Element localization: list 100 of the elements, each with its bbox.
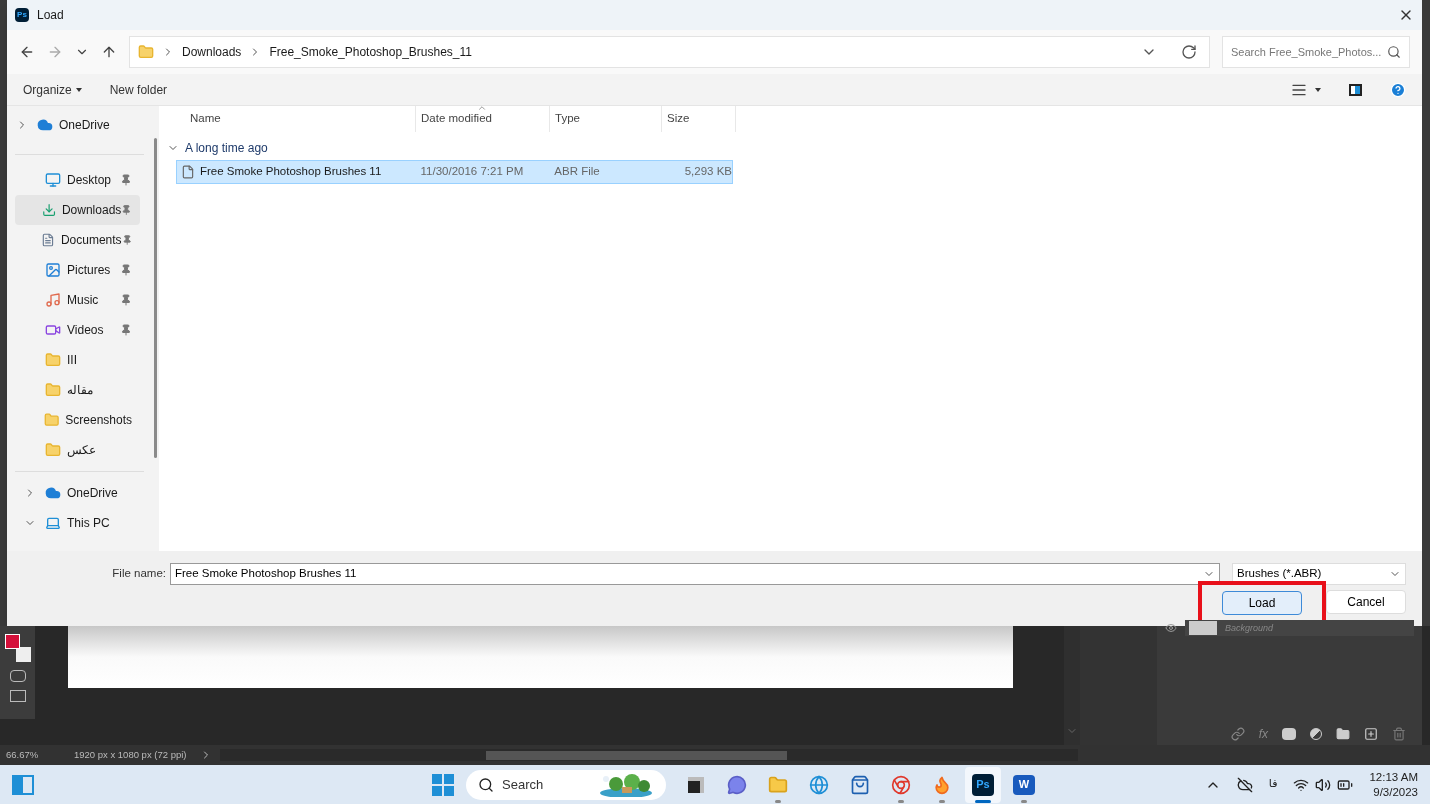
nav-item[interactable]: مقاله — [15, 375, 140, 405]
new-layer-icon[interactable] — [1364, 727, 1378, 741]
clock[interactable]: 12:13 AM 9/3/2023 — [1369, 769, 1418, 800]
breadcrumb-item[interactable]: Downloads — [182, 43, 242, 61]
nav-item[interactable]: OneDrive — [7, 110, 148, 140]
preview-pane-icon[interactable] — [1349, 83, 1362, 96]
search-icon — [1387, 45, 1401, 59]
nav-item[interactable]: This PC — [15, 508, 140, 538]
word-icon[interactable]: W — [1013, 774, 1035, 795]
nav-label: III — [67, 352, 78, 369]
adjustment-icon[interactable] — [1310, 728, 1322, 740]
sort-icon — [477, 103, 487, 113]
image-icon — [45, 262, 61, 278]
folder-icon — [45, 352, 61, 368]
dialog-button[interactable]: Cancel — [1326, 590, 1406, 614]
nav-item[interactable]: Screenshots — [15, 405, 140, 435]
browser-icon[interactable] — [891, 774, 911, 795]
mask-icon[interactable] — [1282, 728, 1296, 740]
cloud-icon — [45, 485, 61, 501]
help-icon[interactable] — [1390, 81, 1406, 98]
file-icon — [181, 165, 195, 179]
file-name: Free Smoke Photoshop Brushes 11 — [199, 164, 383, 180]
nav-item[interactable]: Videos — [15, 315, 140, 345]
breadcrumb-item[interactable]: Free_Smoke_Photoshop_Brushes_11 — [269, 43, 472, 61]
toolbar-button[interactable]: Organize — [23, 80, 82, 99]
mask-icon[interactable] — [9, 670, 26, 682]
field-label: File name: — [111, 566, 167, 582]
link-icon[interactable] — [1230, 727, 1245, 741]
folder-icon — [43, 412, 60, 428]
column-header[interactable]: Date modified — [416, 106, 550, 132]
folder-icon[interactable] — [1336, 727, 1350, 741]
dialog-button[interactable]: Load — [1222, 591, 1302, 615]
column-header[interactable]: Type — [550, 106, 662, 132]
start-icon[interactable] — [432, 773, 454, 796]
layer-thumbnail — [1189, 621, 1217, 635]
nav-label: Downloads — [61, 202, 122, 219]
nav-item[interactable]: Downloads — [15, 195, 140, 225]
browser-icon[interactable] — [809, 774, 829, 795]
nav-item[interactable]: Pictures — [15, 255, 140, 285]
file-type-select[interactable]: Brushes (*.ABR) — [1232, 563, 1406, 585]
taskbar-search[interactable]: Search — [466, 769, 666, 800]
fox-browser-icon[interactable] — [932, 774, 952, 795]
zoom-level[interactable]: 66.67% — [0, 747, 66, 763]
folder-icon — [45, 442, 61, 458]
nav-item[interactable]: III — [15, 345, 140, 375]
widgets-icon[interactable] — [12, 774, 34, 795]
document-info: 1920 px x 1080 px (72 ppi) — [73, 747, 188, 762]
back-icon[interactable] — [19, 44, 35, 60]
nav-label: OneDrive — [59, 117, 111, 134]
screen-mode-icon[interactable] — [9, 690, 26, 702]
nav-label: This PC — [67, 515, 111, 532]
toolbar-button[interactable]: New folder — [109, 80, 168, 99]
file-name-field[interactable]: Free Smoke Photoshop Brushes 11 — [170, 563, 1220, 585]
cloud-off-icon[interactable] — [1236, 776, 1253, 793]
window-icon[interactable] — [688, 776, 704, 793]
search-field[interactable]: Search Free_Smoke_Photos... — [1222, 36, 1410, 68]
nav-label: Videos — [67, 322, 105, 339]
nav-item[interactable]: عکس — [15, 435, 140, 465]
nav-item[interactable]: Documents — [15, 225, 140, 255]
folder-icon — [138, 44, 154, 60]
document-icon — [41, 232, 55, 248]
app-badge: Ps — [15, 8, 29, 22]
volume-icon[interactable] — [1315, 776, 1332, 793]
nav-label: Music — [67, 292, 100, 309]
horizontal-scrollbar[interactable] — [486, 750, 787, 760]
file-row[interactable]: Free Smoke Photoshop Brushes 11 11/30/2016 7:21 PM ABR File 5,293 KB — [176, 160, 733, 184]
photoshop-icon[interactable]: Ps — [972, 773, 994, 796]
taskbar-button[interactable]: W — [1006, 766, 1042, 803]
chat-icon[interactable] — [727, 774, 747, 795]
nav-label: Pictures — [67, 262, 112, 279]
address-bar[interactable]: Downloads Free_Smoke_Photoshop_Brushes_11 — [129, 36, 1210, 68]
folder-icon — [45, 382, 61, 398]
nav-item[interactable]: OneDrive — [15, 478, 140, 508]
color-swatches[interactable] — [4, 634, 31, 662]
nav-label: عکس — [67, 442, 97, 459]
nav-item[interactable]: Desktop — [15, 165, 140, 195]
nav-item[interactable]: Music — [15, 285, 140, 315]
file-date: 11/30/2016 7:21 PM — [420, 164, 525, 180]
column-header[interactable]: Size — [662, 106, 736, 132]
visibility-icon[interactable] — [1165, 622, 1177, 634]
search-icon — [478, 776, 494, 793]
taskbar-button[interactable]: Ps — [965, 766, 1001, 803]
nav-label: مقاله — [67, 382, 94, 399]
refresh-icon[interactable] — [1181, 44, 1197, 60]
nav-label: Documents — [60, 232, 122, 249]
file-size: 5,293 KB — [683, 164, 732, 180]
store-icon[interactable] — [850, 774, 870, 795]
group-header[interactable]: A long time ago — [159, 136, 1422, 160]
window-title: Load — [37, 7, 64, 24]
language-indicator[interactable]: فا — [1268, 776, 1278, 793]
up-icon[interactable] — [101, 44, 117, 60]
column-header[interactable]: Name — [185, 106, 416, 132]
video-icon — [45, 322, 61, 338]
file-type: ABR File — [554, 164, 601, 180]
cloud-icon — [37, 117, 53, 133]
download-icon — [41, 202, 56, 218]
caret-icon[interactable] — [1315, 87, 1321, 92]
nav-label: Desktop — [67, 172, 113, 189]
scrollbar[interactable] — [154, 138, 157, 458]
trash-icon[interactable] — [1392, 727, 1406, 741]
